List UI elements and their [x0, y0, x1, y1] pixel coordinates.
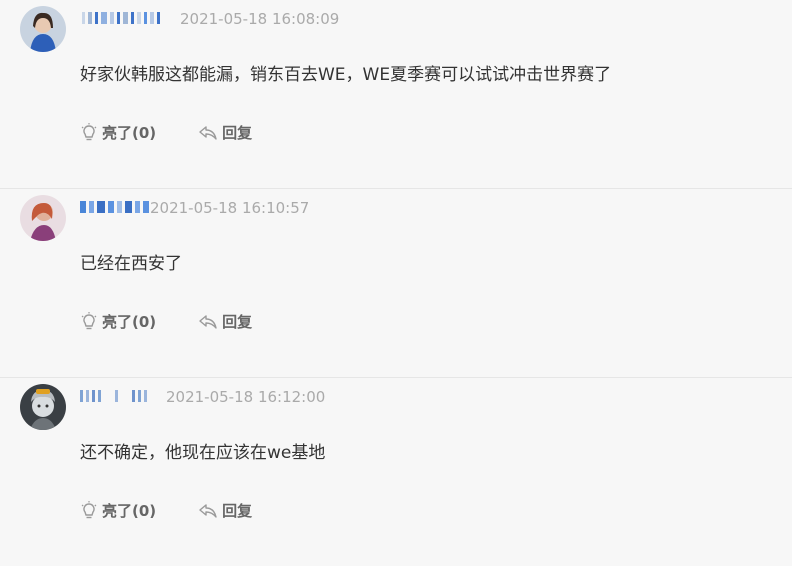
lightbulb-icon	[81, 311, 97, 329]
reply-button[interactable]: 回复	[198, 122, 252, 143]
like-label: 亮了(0)	[102, 124, 157, 142]
comment-text: 已经在西安了	[80, 254, 182, 274]
comment-item: 2021-05-18 16:10:57 已经在西安了 亮了(0) 回复	[0, 188, 792, 377]
like-button[interactable]: 亮了(0)	[80, 311, 156, 332]
like-button[interactable]: 亮了(0)	[80, 122, 156, 143]
reply-button[interactable]: 回复	[198, 311, 252, 332]
comment-text: 好家伙韩服这都能漏，销东百去WE，WE夏季赛可以试试冲击世界赛了	[80, 65, 612, 85]
user-avatar-icon[interactable]	[20, 6, 66, 52]
comment-actions: 亮了(0) 回复	[80, 122, 294, 143]
comment-text: 还不确定，他现在应该在we基地	[80, 443, 326, 463]
like-label: 亮了(0)	[102, 502, 157, 520]
reply-label: 回复	[222, 313, 253, 331]
comment-item: 2021-05-18 16:12:00 还不确定，他现在应该在we基地 亮了(0…	[0, 377, 792, 566]
timestamp: 2021-05-18 16:08:09	[180, 10, 340, 28]
reply-label: 回复	[222, 502, 253, 520]
like-label: 亮了(0)	[102, 313, 157, 331]
like-button[interactable]: 亮了(0)	[80, 500, 156, 521]
lightbulb-icon	[81, 500, 97, 518]
reply-label: 回复	[222, 124, 253, 142]
username[interactable]	[80, 195, 152, 219]
user-avatar-icon[interactable]	[20, 195, 66, 241]
comment-actions: 亮了(0) 回复	[80, 311, 294, 332]
comment-item: 2021-05-18 16:08:09 好家伙韩服这都能漏，销东百去WE，WE夏…	[0, 0, 792, 188]
user-avatar-icon[interactable]	[20, 384, 66, 430]
username[interactable]	[80, 384, 150, 408]
reply-arrow-icon	[199, 314, 217, 329]
lightbulb-icon	[81, 122, 97, 140]
reply-arrow-icon	[199, 125, 217, 140]
reply-arrow-icon	[199, 503, 217, 518]
timestamp: 2021-05-18 16:12:00	[166, 388, 326, 406]
timestamp: 2021-05-18 16:10:57	[150, 199, 310, 217]
reply-button[interactable]: 回复	[198, 500, 252, 521]
comment-actions: 亮了(0) 回复	[80, 500, 294, 521]
username[interactable]	[82, 6, 163, 30]
